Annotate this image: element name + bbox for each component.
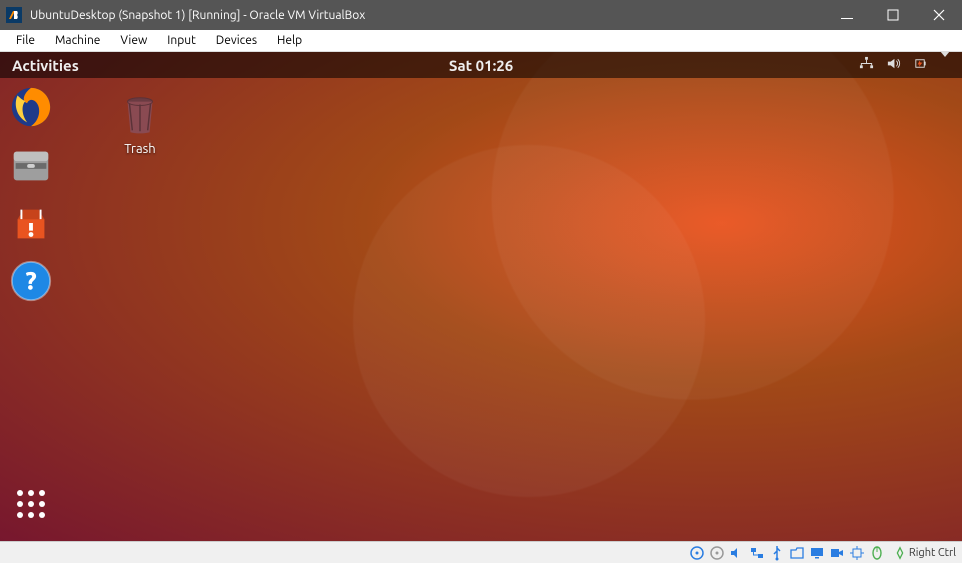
maximize-button[interactable] <box>870 0 916 30</box>
dock-help[interactable]: ? <box>8 258 54 304</box>
ubuntu-dock: ? <box>0 78 62 541</box>
virtualbox-statusbar: Right Ctrl <box>0 541 962 563</box>
menu-file[interactable]: File <box>6 32 45 49</box>
virtualbox-titlebar: UbuntuDesktop (Snapshot 1) [Running] - O… <box>0 0 962 30</box>
trash-icon <box>117 92 163 138</box>
dock-software[interactable] <box>8 200 54 246</box>
activities-button[interactable]: Activities <box>0 57 91 74</box>
dock-firefox[interactable] <box>8 84 54 130</box>
virtualbox-icon <box>6 7 22 23</box>
guest-display[interactable]: Activities Sat 01:26 ? <box>0 52 962 541</box>
close-button[interactable] <box>916 0 962 30</box>
menu-input[interactable]: Input <box>157 32 206 49</box>
system-status-area[interactable] <box>859 56 962 74</box>
status-usb-icon[interactable] <box>769 545 785 561</box>
volume-icon[interactable] <box>886 56 901 74</box>
network-icon[interactable] <box>859 56 874 74</box>
gnome-top-panel: Activities Sat 01:26 <box>0 52 962 78</box>
chevron-down-icon[interactable] <box>940 57 950 73</box>
minimize-button[interactable] <box>824 0 870 30</box>
power-icon[interactable] <box>913 56 928 74</box>
virtualbox-window-title: UbuntuDesktop (Snapshot 1) [Running] - O… <box>30 9 365 22</box>
status-mouse-integration-icon[interactable] <box>869 545 885 561</box>
status-processor-icon[interactable] <box>849 545 865 561</box>
status-shared-folders-icon[interactable] <box>789 545 805 561</box>
clock-label[interactable]: Sat 01:26 <box>449 57 513 74</box>
virtualbox-menubar: File Machine View Input Devices Help <box>0 30 962 52</box>
menu-help[interactable]: Help <box>267 32 312 49</box>
menu-view[interactable]: View <box>110 32 157 49</box>
menu-machine[interactable]: Machine <box>45 32 110 49</box>
status-recording-icon[interactable] <box>829 545 845 561</box>
svg-text:?: ? <box>25 267 36 295</box>
status-optical-icon[interactable] <box>709 545 725 561</box>
status-display-icon[interactable] <box>809 545 825 561</box>
menu-devices[interactable]: Devices <box>206 32 267 49</box>
show-applications-button[interactable] <box>8 481 54 527</box>
desktop-trash[interactable]: Trash <box>100 92 180 156</box>
host-key-indicator[interactable]: Right Ctrl <box>893 546 956 560</box>
dock-files[interactable] <box>8 142 54 188</box>
host-key-label: Right Ctrl <box>909 547 956 559</box>
status-harddisk-icon[interactable] <box>689 545 705 561</box>
status-audio-icon[interactable] <box>729 545 745 561</box>
status-network-icon[interactable] <box>749 545 765 561</box>
desktop-trash-label: Trash <box>100 142 180 156</box>
